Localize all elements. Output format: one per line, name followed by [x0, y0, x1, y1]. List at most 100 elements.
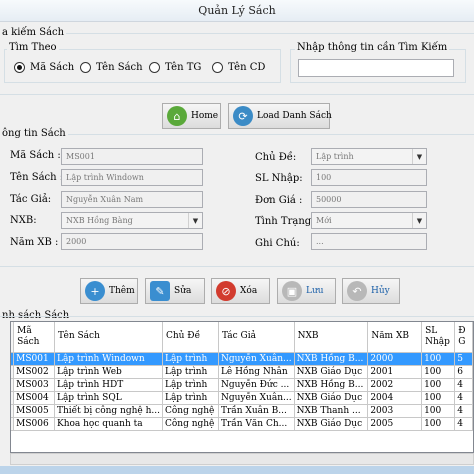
chevron-down-icon[interactable]: ▼: [412, 149, 426, 164]
table-cell[interactable]: NXB Hồng B...: [294, 352, 369, 366]
table-cell[interactable]: 100: [421, 365, 456, 379]
table-cell[interactable]: 2002: [367, 378, 423, 392]
table-cell[interactable]: Lập trình SQL: [54, 391, 163, 405]
column-header[interactable]: NXB: [294, 322, 369, 353]
book-grid[interactable]: Mã Sách Tên Sách Chủ Đề Tác Giả NXB Năm …: [10, 321, 474, 453]
table-cell[interactable]: Lập trình Windown: [54, 352, 163, 366]
column-header[interactable]: Năm XB: [367, 322, 423, 353]
table-cell[interactable]: 100: [421, 352, 456, 366]
column-header[interactable]: Tác Giả: [218, 322, 295, 353]
tinh-trang-label: Tình Trạng :: [255, 216, 318, 227]
table-cell[interactable]: 2004: [367, 391, 423, 405]
table-cell[interactable]: Lập trình: [162, 352, 219, 366]
table-row[interactable]: MS006 Khoa học quanh ta Công nghệ Trần Văn …: [11, 417, 473, 431]
table-cell[interactable]: 2000: [367, 352, 423, 366]
sua-button[interactable]: ✎ Sửa: [145, 278, 205, 304]
chevron-down-icon[interactable]: ▼: [188, 213, 202, 228]
column-header[interactable]: Chủ Đề: [162, 322, 219, 353]
title-bar[interactable]: Quản Lý Sách: [0, 0, 474, 22]
home-button[interactable]: ⌂ Home: [162, 103, 221, 129]
nxb-combobox[interactable]: NXB Hồng Bàng ▼: [61, 212, 203, 229]
table-cell[interactable]: 100: [421, 378, 456, 392]
column-header[interactable]: Đ G: [454, 322, 473, 353]
table-cell[interactable]: 4: [454, 378, 473, 392]
table-row[interactable]: MS005 Thiết bị công nghệ h... Công nghệ Trầ…: [11, 404, 473, 418]
ghi-chu-field[interactable]: ...: [311, 233, 427, 250]
table-cell[interactable]: NXB Giáo Dục: [294, 417, 369, 431]
table-cell[interactable]: MS001: [13, 352, 55, 366]
ten-sach-field[interactable]: Lập trình Windown: [61, 169, 203, 186]
table-row[interactable]: MS003 Lập trình HDT Lập trình Nguyễn Đức ..…: [11, 378, 473, 392]
table-cell[interactable]: MS002: [13, 365, 55, 379]
them-button[interactable]: + Thêm: [80, 278, 138, 304]
radio-dot[interactable]: [212, 62, 223, 73]
main-window: Quản Lý Sách a kiếm Sách a kiếm Sách Tìm…: [0, 0, 474, 474]
table-cell[interactable]: Khoa học quanh ta: [54, 417, 163, 431]
table-cell[interactable]: 4: [454, 404, 473, 418]
table-cell[interactable]: 6: [454, 365, 473, 379]
ma-sach-field[interactable]: MS001: [61, 148, 203, 165]
radio-dot[interactable]: [14, 62, 25, 73]
table-cell[interactable]: NXB Hồng B...: [294, 378, 369, 392]
ma-sach-label: Mã Sách :: [10, 150, 61, 161]
table-cell[interactable]: 100: [421, 404, 456, 418]
table-cell[interactable]: Trần Văn Ch...: [218, 417, 295, 431]
table-cell[interactable]: 2003: [367, 404, 423, 418]
table-cell[interactable]: Nguyễn Xuân...: [218, 352, 295, 366]
table-cell[interactable]: 4: [454, 417, 473, 431]
table-cell[interactable]: Thiết bị công nghệ h...: [54, 404, 163, 418]
xoa-button[interactable]: ⊘ Xóa: [211, 278, 270, 304]
table-cell[interactable]: NXB Thanh ...: [294, 404, 369, 418]
radio-dot[interactable]: [149, 62, 160, 73]
don-gia-field[interactable]: 50000: [311, 191, 427, 208]
column-header[interactable]: Tên Sách: [54, 322, 163, 353]
radio-dot[interactable]: [80, 62, 91, 73]
table-cell[interactable]: Công nghệ: [162, 404, 219, 418]
table-cell[interactable]: Lập trình Web: [54, 365, 163, 379]
table-row[interactable]: MS001 Lập trình Windown Lập trình Nguyễn Xu…: [11, 352, 473, 366]
table-cell[interactable]: 100: [421, 391, 456, 405]
tac-gia-field[interactable]: Nguyễn Xuân Nam: [61, 191, 203, 208]
edit-icon: ✎: [150, 281, 170, 301]
table-cell[interactable]: Lập trình: [162, 365, 219, 379]
search-input[interactable]: [298, 59, 454, 77]
table-cell[interactable]: 5: [454, 352, 473, 366]
column-header[interactable]: SL Nhập: [421, 322, 456, 353]
load-list-button[interactable]: ⟳ Load Danh Sách: [228, 103, 332, 129]
table-cell[interactable]: Lập trình: [162, 378, 219, 392]
column-header[interactable]: Mã Sách: [13, 322, 55, 353]
table-cell[interactable]: Lập trình: [162, 391, 219, 405]
table-cell[interactable]: MS005: [13, 404, 55, 418]
search-group-title-overlay: a kiếm Sách: [0, 27, 67, 38]
huy-button[interactable]: ↶ Hủy: [342, 278, 400, 304]
table-cell[interactable]: 4: [454, 391, 473, 405]
table-cell[interactable]: MS003: [13, 378, 55, 392]
table-cell[interactable]: Công nghệ: [162, 417, 219, 431]
nam-xb-field[interactable]: 2000: [61, 233, 203, 250]
radio-ten-tg[interactable]: Tên TG: [149, 62, 201, 73]
radio-ten-cd[interactable]: Tên CD: [212, 62, 265, 73]
table-cell[interactable]: 2005: [367, 417, 423, 431]
sua-label: Sửa: [174, 286, 192, 296]
table-cell[interactable]: MS004: [13, 391, 55, 405]
table-cell[interactable]: Nguyễn Xuân...: [218, 391, 295, 405]
table-cell[interactable]: 100: [421, 417, 456, 431]
radio-ten-sach[interactable]: Tên Sách: [80, 62, 143, 73]
table-cell[interactable]: NXB Giáo Dục: [294, 365, 369, 379]
horizontal-scrollbar[interactable]: [10, 453, 474, 465]
luu-button[interactable]: ▣ Lưu: [277, 278, 336, 304]
table-cell[interactable]: Trần Xuân B...: [218, 404, 295, 418]
sl-nhap-field[interactable]: 100: [311, 169, 427, 186]
table-cell[interactable]: Lập trình HDT: [54, 378, 163, 392]
chu-de-combobox[interactable]: Lập trình ▼: [311, 148, 427, 165]
chevron-down-icon[interactable]: ▼: [412, 213, 426, 228]
table-cell[interactable]: MS006: [13, 417, 55, 431]
table-cell[interactable]: Lê Hồng Nhân: [218, 365, 295, 379]
table-cell[interactable]: NXB Giáo Dục: [294, 391, 369, 405]
table-cell[interactable]: 2001: [367, 365, 423, 379]
table-cell[interactable]: Nguyễn Đức ...: [218, 378, 295, 392]
table-row[interactable]: MS002 Lập trình Web Lập trình Lê Hồng Nhân N…: [11, 365, 473, 379]
table-row[interactable]: MS004 Lập trình SQL Lập trình Nguyễn Xuân..…: [11, 391, 473, 405]
radio-ma-sach[interactable]: Mã Sách: [14, 62, 74, 73]
tinh-trang-combobox[interactable]: Mới ▼: [311, 212, 427, 229]
